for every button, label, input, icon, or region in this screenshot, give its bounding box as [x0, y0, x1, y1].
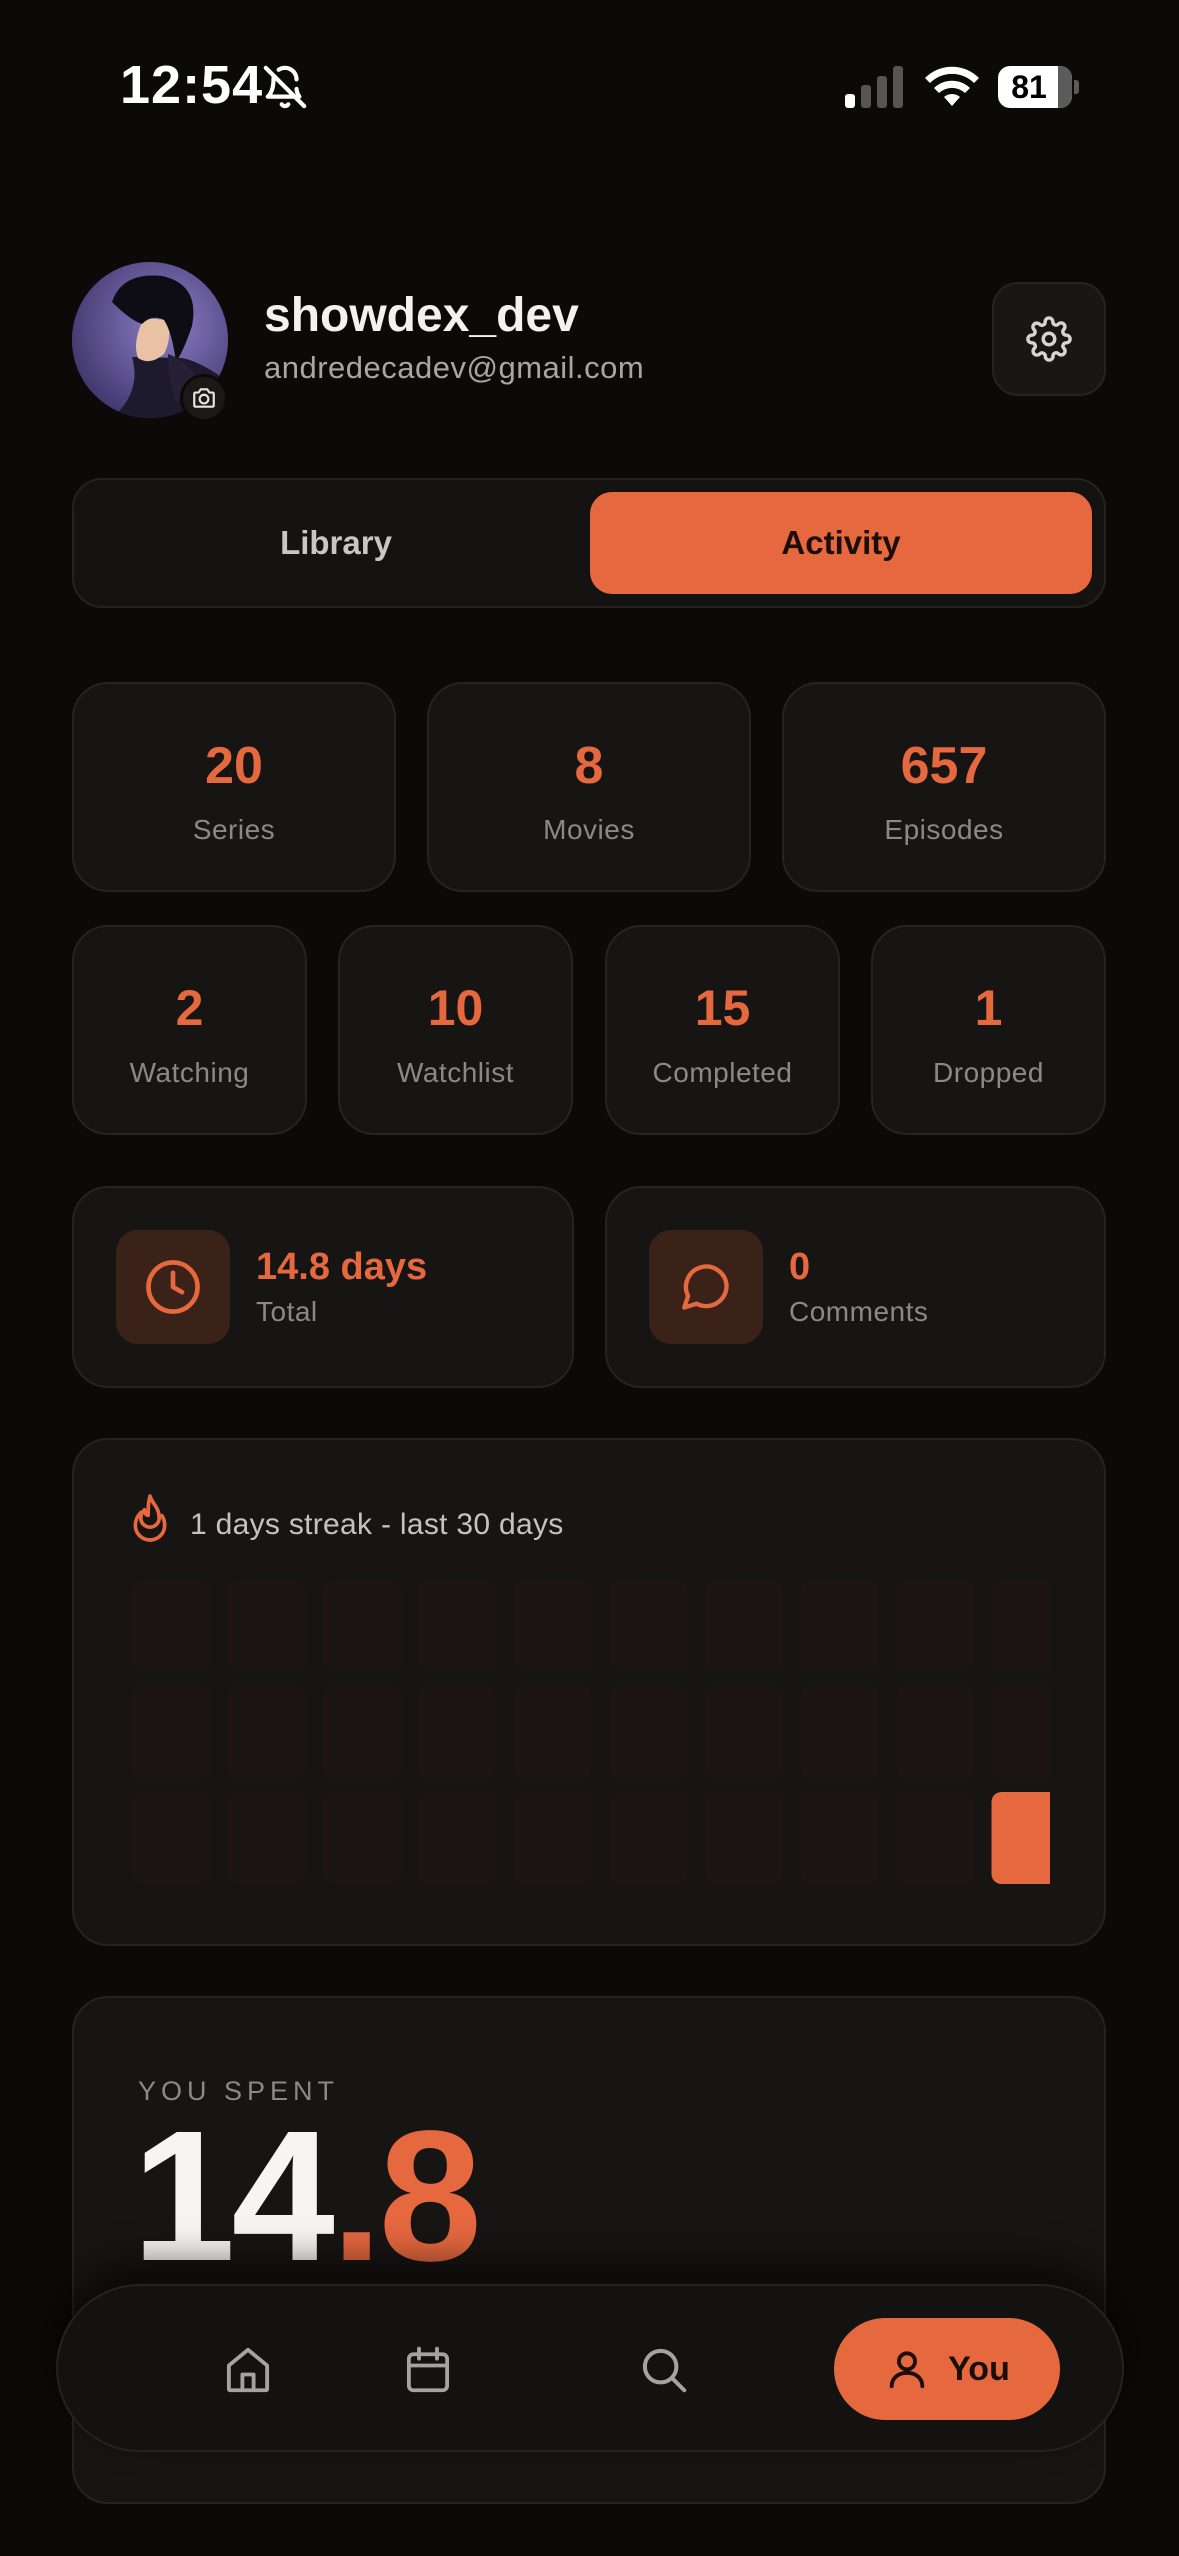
flame-icon	[133, 1494, 167, 1542]
streak-day	[800, 1686, 879, 1778]
streak-day	[323, 1580, 401, 1672]
camera-icon	[193, 388, 215, 408]
profile-email: andredecadev@gmail.com	[264, 350, 645, 385]
stat-value: 1	[974, 980, 1003, 1036]
stat-value: 657	[900, 737, 988, 795]
streak-day	[609, 1686, 688, 1778]
stat-label: Series	[192, 814, 276, 845]
nav-you-button[interactable]: You	[834, 2318, 1060, 2420]
tab-activity[interactable]: Activity	[590, 492, 1092, 594]
stat-card-completed[interactable]: 15 Completed	[605, 925, 840, 1135]
battery-indicator: 81	[998, 66, 1079, 108]
streak-day	[705, 1580, 783, 1672]
stat-label: Completed	[652, 1057, 793, 1088]
comments-card[interactable]: 0 Comments	[605, 1186, 1106, 1388]
streak-day	[705, 1686, 783, 1778]
profile-tabs: Library Activity	[72, 478, 1106, 608]
gear-icon	[1026, 316, 1072, 362]
streak-day	[991, 1580, 1050, 1672]
status-time: 12:54	[120, 55, 264, 115]
streak-day	[514, 1580, 592, 1672]
profile-username: showdex_dev	[264, 289, 579, 342]
total-time-value: 14.8 days	[256, 1246, 428, 1288]
total-time-label: Total	[256, 1296, 318, 1327]
streak-day	[227, 1580, 306, 1672]
stat-card-movies: 8 Movies	[427, 682, 751, 892]
stat-card-series: 20 Series	[72, 682, 396, 892]
comments-label: Comments	[789, 1296, 929, 1327]
streak-day	[418, 1580, 497, 1672]
stat-label: Watching	[129, 1057, 250, 1088]
streak-day	[800, 1792, 879, 1884]
nav-calendar-button[interactable]	[378, 2320, 478, 2420]
stat-card-watching[interactable]: 2 Watching	[72, 925, 307, 1135]
streak-day	[418, 1686, 497, 1778]
total-time-card: 14.8 days Total	[72, 1186, 574, 1388]
stat-value: 10	[427, 980, 484, 1036]
streak-day	[705, 1792, 783, 1884]
streak-card: 1 days streak - last 30 days	[72, 1438, 1106, 1946]
streak-title: 1 days streak - last 30 days	[190, 1508, 564, 1541]
stat-card-episodes: 657 Episodes	[782, 682, 1106, 892]
comment-icon	[682, 1264, 729, 1310]
status-bar: 12:54 81	[0, 0, 1179, 170]
streak-day	[418, 1792, 497, 1884]
home-icon	[226, 2347, 270, 2393]
stat-label: Dropped	[933, 1057, 1044, 1088]
stat-label: Movies	[543, 814, 635, 845]
streak-day	[609, 1580, 688, 1672]
stat-value: 15	[694, 980, 751, 1036]
tab-library[interactable]: Library	[86, 492, 586, 594]
stat-value: 8	[574, 737, 604, 795]
stat-label: Watchlist	[396, 1057, 515, 1088]
streak-day	[132, 1792, 210, 1884]
nav-home-button[interactable]	[198, 2320, 298, 2420]
calendar-icon	[406, 2346, 450, 2393]
streak-day	[800, 1580, 879, 1672]
streak-day	[896, 1686, 974, 1778]
comments-value: 0	[789, 1246, 811, 1288]
wifi-icon	[925, 66, 979, 106]
stat-value: 2	[175, 980, 204, 1036]
streak-day	[514, 1792, 592, 1884]
clock-icon	[146, 1260, 200, 1314]
clock-icon-box	[116, 1230, 230, 1344]
streak-day	[132, 1686, 210, 1778]
cellular-signal-icon	[845, 66, 903, 108]
change-avatar-button[interactable]	[180, 374, 228, 422]
stat-card-watchlist[interactable]: 10 Watchlist	[338, 925, 573, 1135]
stat-value: 20	[205, 737, 263, 795]
settings-button[interactable]	[992, 282, 1106, 396]
streak-day	[227, 1686, 306, 1778]
streak-day-active	[991, 1792, 1050, 1884]
user-icon	[889, 2351, 925, 2389]
streak-heatmap	[132, 1580, 1050, 1884]
streak-day	[132, 1580, 210, 1672]
nav-search-button[interactable]	[614, 2320, 714, 2420]
bell-off-icon	[263, 65, 307, 109]
search-icon	[642, 2348, 687, 2393]
streak-day	[896, 1580, 974, 1672]
streak-day	[227, 1792, 306, 1884]
streak-day	[991, 1686, 1050, 1778]
battery-level: 81	[1011, 69, 1047, 105]
streak-day	[323, 1686, 401, 1778]
nav-you-label: You	[948, 2349, 1010, 2388]
streak-day	[514, 1686, 592, 1778]
streak-day	[896, 1792, 974, 1884]
streak-day	[323, 1792, 401, 1884]
time-spent-value: 14.8	[132, 2093, 482, 2300]
stat-label: Episodes	[884, 814, 1004, 845]
comment-icon-box	[649, 1230, 763, 1344]
stat-card-dropped[interactable]: 1 Dropped	[871, 925, 1106, 1135]
bottom-navigation: You	[56, 2284, 1124, 2452]
streak-day	[609, 1792, 688, 1884]
